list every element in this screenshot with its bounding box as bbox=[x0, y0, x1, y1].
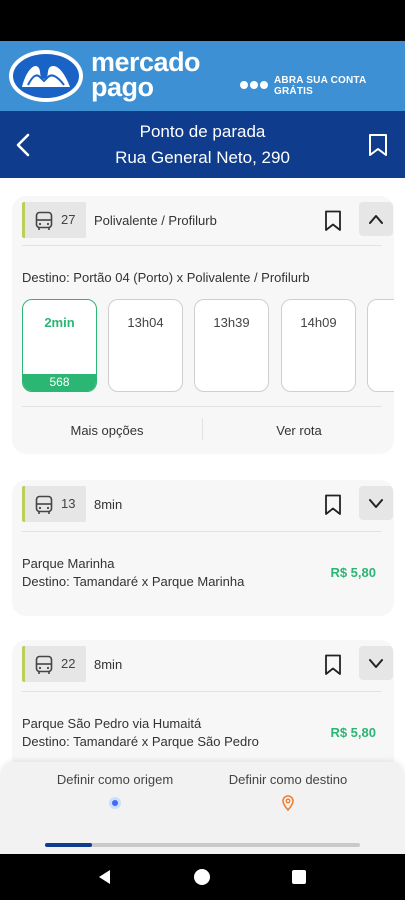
nav-home-icon[interactable] bbox=[193, 868, 211, 886]
route-name: Parque São Pedro via Humaitá bbox=[22, 716, 202, 731]
route-header[interactable]: 13 8min bbox=[22, 486, 393, 524]
stop-routes-list[interactable]: 27 Polivalente / Profilurb Destino: Port… bbox=[0, 178, 405, 762]
route-header[interactable]: 22 8min bbox=[22, 646, 393, 684]
divider bbox=[22, 531, 382, 532]
fare-price: R$ 5,80 bbox=[330, 565, 376, 580]
time-card[interactable]: 14h09 bbox=[281, 299, 356, 392]
bus-icon bbox=[35, 655, 53, 674]
bookmark-icon[interactable] bbox=[324, 654, 342, 676]
status-bar bbox=[0, 0, 405, 41]
route-name: Parque Marinha bbox=[22, 556, 115, 571]
time-card-partial[interactable] bbox=[367, 299, 394, 392]
route-destination: Destino: Portão 04 (Porto) x Polivalente… bbox=[22, 270, 310, 285]
nav-recents-icon[interactable] bbox=[291, 868, 307, 886]
system-nav-bar bbox=[0, 854, 405, 900]
expand-button[interactable] bbox=[359, 486, 393, 520]
route-badge: 22 bbox=[22, 646, 86, 682]
route-destination: Destino: Tamandaré x Parque São Pedro bbox=[22, 734, 259, 749]
route-card-27: 27 Polivalente / Profilurb Destino: Port… bbox=[12, 196, 394, 454]
route-number: 27 bbox=[61, 212, 76, 227]
nav-back-icon[interactable] bbox=[96, 868, 114, 886]
route-header[interactable]: 27 Polivalente / Profilurb bbox=[22, 202, 393, 240]
ad-dots bbox=[240, 76, 270, 94]
departure-times[interactable]: 2min 568 13h04 13h39 14h09 bbox=[22, 299, 394, 393]
bookmark-icon[interactable] bbox=[367, 133, 389, 157]
bookmark-icon[interactable] bbox=[324, 494, 342, 516]
time-value: 13h04 bbox=[127, 315, 164, 330]
app-header: Ponto de parada Rua General Neto, 290 bbox=[0, 111, 405, 178]
route-info: Parque São Pedro via Humaitá Destino: Ta… bbox=[22, 715, 259, 751]
route-info: Parque Marinha Destino: Tamandaré x Parq… bbox=[22, 555, 244, 591]
route-name: Polivalente / Profilurb bbox=[94, 213, 217, 228]
chevron-up-icon bbox=[369, 215, 383, 224]
page-title: Ponto de parada bbox=[139, 122, 266, 141]
more-options-button[interactable]: Mais opções bbox=[22, 423, 192, 438]
route-badge: 27 bbox=[22, 202, 86, 238]
route-actions: Mais opções Ver rota bbox=[12, 418, 394, 448]
set-destination-button[interactable]: Definir como destino bbox=[198, 772, 378, 787]
bus-number-label: 568 bbox=[23, 374, 96, 391]
sheet-progress-bar bbox=[45, 843, 360, 847]
bottom-sheet: Definir como origem Definir como destino bbox=[0, 762, 405, 854]
time-card-active[interactable]: 2min 568 bbox=[22, 299, 97, 392]
divider bbox=[202, 418, 203, 440]
ad-brand: mercado pago bbox=[91, 49, 201, 102]
bus-icon bbox=[35, 211, 53, 230]
route-number: 22 bbox=[61, 656, 76, 671]
route-destination: Destino: Tamandaré x Parque Marinha bbox=[22, 574, 245, 589]
ad-cta[interactable]: ABRA SUA CONTA GRÁTIS bbox=[274, 75, 405, 97]
divider bbox=[22, 245, 382, 246]
route-number: 13 bbox=[61, 496, 76, 511]
route-card-22[interactable]: 22 8min Parque São Pedro via Humaitá Des… bbox=[12, 640, 394, 762]
fare-price: R$ 5,80 bbox=[330, 725, 376, 740]
location-pin-icon[interactable] bbox=[281, 795, 295, 811]
stop-address: Rua General Neto, 290 bbox=[115, 148, 290, 167]
ad-brand-line2: pago bbox=[91, 72, 154, 102]
bus-icon bbox=[35, 495, 53, 514]
set-origin-button[interactable]: Definir como origem bbox=[25, 772, 205, 787]
collapse-button[interactable] bbox=[359, 202, 393, 236]
sheet-progress-fill bbox=[45, 843, 93, 847]
divider bbox=[22, 691, 382, 692]
time-card[interactable]: 13h04 bbox=[108, 299, 183, 392]
time-card[interactable]: 13h39 bbox=[194, 299, 269, 392]
route-eta: 8min bbox=[94, 497, 123, 512]
see-route-button[interactable]: Ver rota bbox=[214, 423, 384, 438]
time-value: 13h39 bbox=[213, 315, 250, 330]
bookmark-icon[interactable] bbox=[324, 210, 342, 232]
origin-dot-icon[interactable] bbox=[109, 797, 121, 809]
route-badge: 13 bbox=[22, 486, 86, 522]
ad-banner[interactable]: mercado pago ABRA SUA CONTA GRÁTIS bbox=[0, 41, 405, 111]
divider bbox=[22, 406, 382, 407]
chevron-down-icon bbox=[369, 659, 383, 668]
back-arrow-icon[interactable] bbox=[12, 131, 36, 159]
time-value: 14h09 bbox=[300, 315, 337, 330]
mercado-pago-logo bbox=[9, 50, 83, 102]
chevron-down-icon bbox=[369, 499, 383, 508]
time-value: 2min bbox=[44, 315, 75, 330]
route-eta: 8min bbox=[94, 657, 123, 672]
expand-button[interactable] bbox=[359, 646, 393, 680]
route-card-13[interactable]: 13 8min Parque Marinha Destino: Tamandar… bbox=[12, 480, 394, 616]
